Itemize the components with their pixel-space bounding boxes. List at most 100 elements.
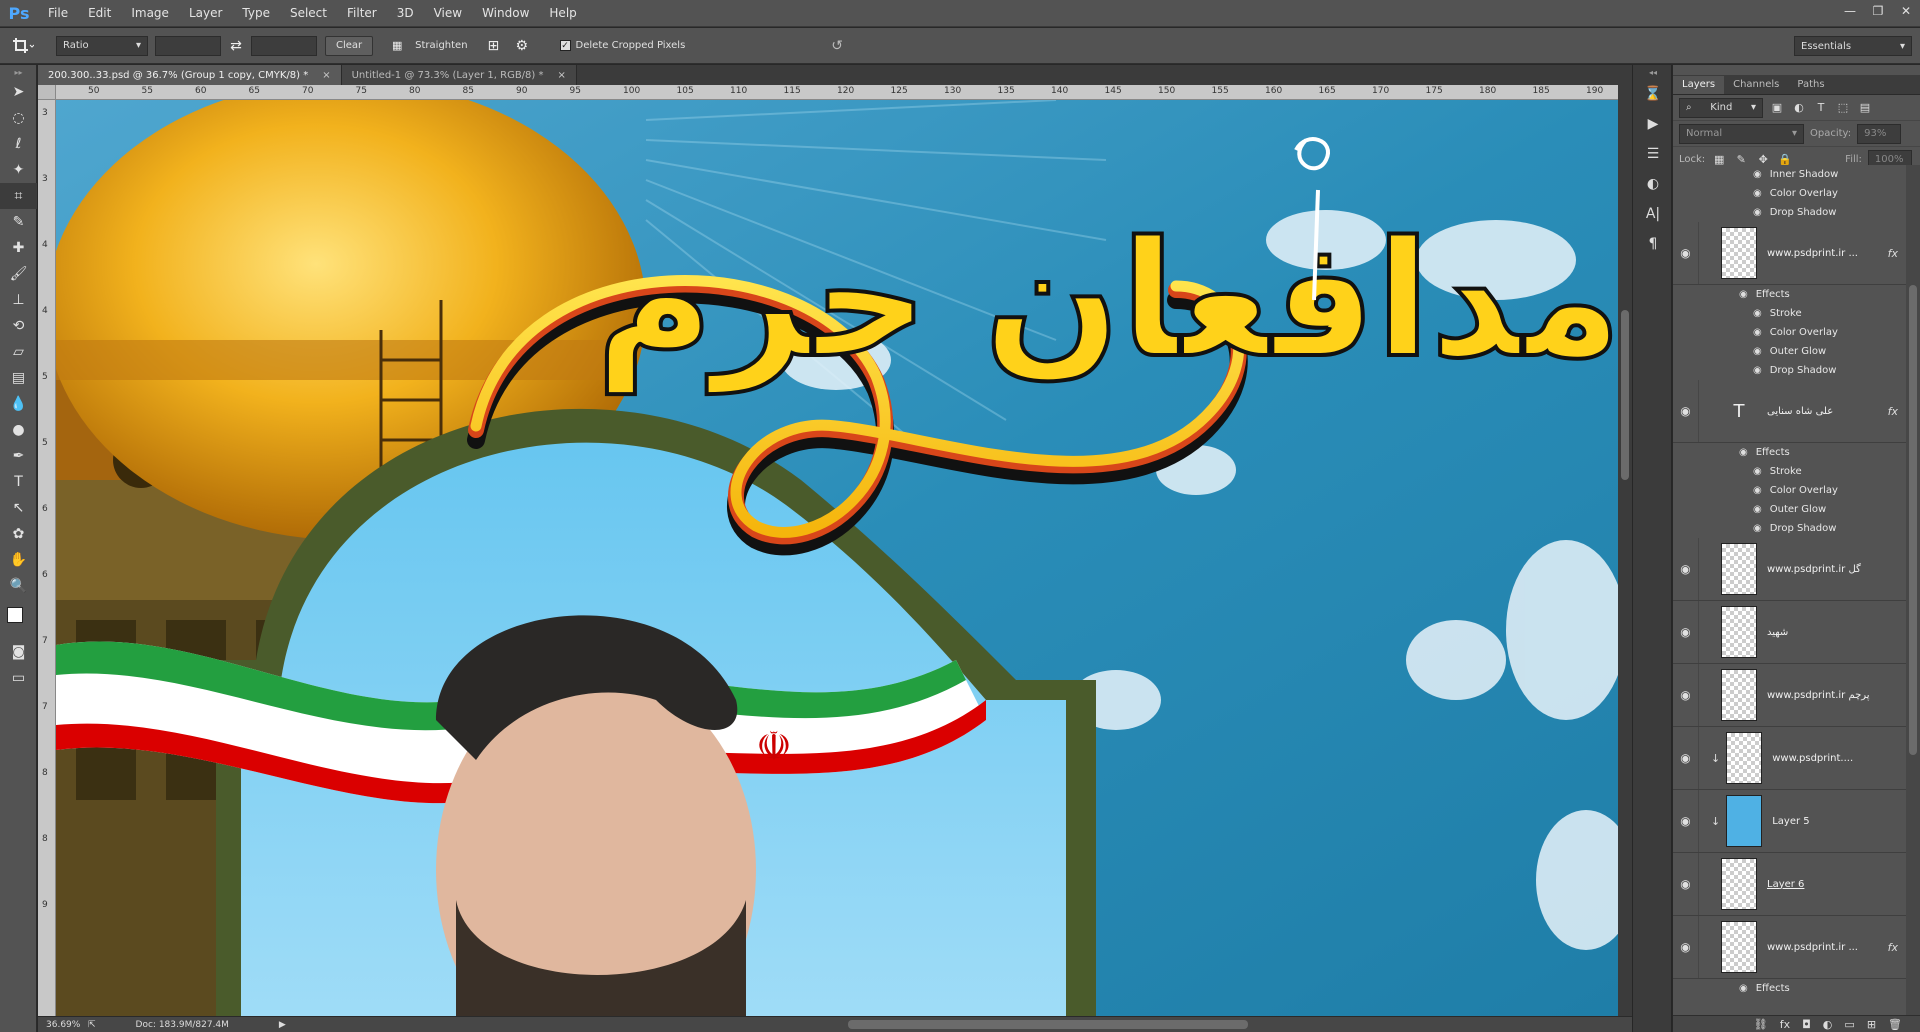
layer-effects-header[interactable]: ◉ Effects bbox=[1673, 979, 1906, 998]
color-swatches[interactable] bbox=[0, 599, 37, 639]
delete-cropped-checkbox[interactable]: ✓ Delete Cropped Pixels bbox=[559, 40, 685, 51]
fx-icon[interactable]: fx bbox=[1888, 941, 1898, 954]
menu-3d[interactable]: 3D bbox=[387, 0, 424, 27]
fx-icon[interactable]: fx bbox=[1888, 405, 1898, 418]
close-icon[interactable]: × bbox=[322, 70, 330, 81]
layers-scrollbar[interactable] bbox=[1906, 165, 1920, 1015]
blend-mode-select[interactable]: Normal ▾ bbox=[1679, 123, 1804, 144]
eye-icon[interactable]: ◉ bbox=[1673, 601, 1699, 663]
scroll-thumb[interactable] bbox=[1621, 310, 1629, 480]
actions-panel-icon[interactable]: ▶ bbox=[1633, 109, 1673, 139]
layer-effect[interactable]: ◉ Color Overlay bbox=[1673, 481, 1906, 500]
ratio-width-field[interactable] bbox=[155, 35, 221, 56]
scroll-thumb[interactable] bbox=[848, 1020, 1248, 1029]
filter-pixel-icon[interactable]: ▣ bbox=[1769, 100, 1785, 116]
tab-paths[interactable]: Paths bbox=[1788, 76, 1833, 94]
overlay-grid-icon[interactable]: ⊞ bbox=[488, 38, 508, 54]
clone-stamp-tool-icon[interactable]: ⊥ bbox=[0, 287, 37, 313]
dock-grip-icon[interactable]: ◂◂ bbox=[1633, 65, 1673, 79]
eye-icon[interactable]: ◉ bbox=[1753, 365, 1762, 376]
history-brush-tool-icon[interactable]: ⟲ bbox=[0, 313, 37, 339]
eye-icon[interactable]: ◉ bbox=[1673, 664, 1699, 726]
filter-smart-object-icon[interactable]: ▤ bbox=[1857, 100, 1873, 116]
brush-tool-icon[interactable]: 🖌 bbox=[0, 261, 37, 287]
eye-icon[interactable]: ◉ bbox=[1753, 169, 1762, 180]
layer-name[interactable]: Layer 6 bbox=[1767, 879, 1804, 890]
zoom-level[interactable]: 36.69% bbox=[46, 1020, 80, 1030]
menu-view[interactable]: View bbox=[424, 0, 472, 27]
adjustments-panel-icon[interactable]: ◐ bbox=[1633, 169, 1673, 199]
toolbox-grip-icon[interactable]: ▸▸ bbox=[0, 65, 37, 79]
eye-icon[interactable]: ◉ bbox=[1739, 447, 1748, 458]
pen-tool-icon[interactable]: ✒ bbox=[0, 443, 37, 469]
character-panel-icon[interactable]: A| bbox=[1633, 199, 1673, 229]
swap-icon[interactable]: ⇄ bbox=[221, 38, 251, 54]
paragraph-panel-icon[interactable]: ¶ bbox=[1633, 229, 1673, 259]
layer-name[interactable]: Layer 5 bbox=[1772, 816, 1809, 827]
menu-file[interactable]: File bbox=[38, 0, 78, 27]
crop-tool-icon[interactable]: ⌗ bbox=[0, 183, 37, 209]
layer-effect[interactable]: ◉ Stroke bbox=[1673, 304, 1906, 323]
filter-adjustment-icon[interactable]: ◐ bbox=[1791, 100, 1807, 116]
restore-button[interactable]: ❐ bbox=[1864, 0, 1892, 22]
eye-icon[interactable]: ◉ bbox=[1673, 222, 1699, 284]
ratio-select[interactable]: Ratio ▾ bbox=[56, 35, 148, 56]
status-menu-arrow-icon[interactable]: ▶ bbox=[279, 1020, 286, 1030]
new-layer-icon[interactable]: ⊞ bbox=[1867, 1018, 1876, 1031]
eye-icon[interactable]: ◉ bbox=[1753, 188, 1762, 199]
fx-icon[interactable]: fx bbox=[1888, 247, 1898, 260]
trash-icon[interactable]: 🗑 bbox=[1888, 1018, 1902, 1031]
eye-icon[interactable]: ◉ bbox=[1673, 380, 1699, 442]
eye-icon[interactable]: ◉ bbox=[1673, 727, 1699, 789]
canvas-horizontal-scrollbar[interactable] bbox=[348, 1020, 1628, 1030]
eye-icon[interactable]: ◉ bbox=[1739, 983, 1748, 994]
straighten-label[interactable]: Straighten bbox=[415, 40, 467, 51]
layer-effects-header[interactable]: ◉ Effects bbox=[1673, 285, 1906, 304]
eye-icon[interactable]: ◉ bbox=[1739, 289, 1748, 300]
new-adjustment-icon[interactable]: ◐ bbox=[1823, 1018, 1833, 1031]
blur-tool-icon[interactable]: 💧 bbox=[0, 391, 37, 417]
filter-shape-icon[interactable]: ⬚ bbox=[1835, 100, 1851, 116]
layer-effect[interactable]: ◉ Outer Glow bbox=[1673, 500, 1906, 519]
straighten-icon[interactable]: ▦ bbox=[385, 39, 409, 52]
link-layers-icon[interactable]: ⛓ bbox=[1754, 1018, 1768, 1031]
canvas[interactable]: ☫ مدافعان حرم bbox=[56, 100, 1618, 1016]
clear-button[interactable]: Clear bbox=[325, 35, 374, 56]
layer-effect[interactable]: ◉ Color Overlay bbox=[1673, 184, 1906, 203]
layer-name[interactable]: www.psdprint.... bbox=[1772, 753, 1853, 764]
layer-row[interactable]: ◉ ↓ www.psdprint.... bbox=[1673, 727, 1906, 790]
eye-icon[interactable]: ◉ bbox=[1753, 485, 1762, 496]
lasso-tool-icon[interactable]: ℓ bbox=[0, 131, 37, 157]
canvas-vertical-scrollbar[interactable] bbox=[1618, 85, 1632, 1016]
zoom-tool-icon[interactable]: 🔍 bbox=[0, 573, 37, 599]
tab-layers[interactable]: Layers bbox=[1673, 76, 1725, 94]
eye-icon[interactable]: ◉ bbox=[1753, 346, 1762, 357]
layer-name[interactable]: www.psdprint.ir پرچم bbox=[1767, 690, 1870, 701]
add-style-icon[interactable]: fx bbox=[1780, 1018, 1790, 1031]
marquee-tool-icon[interactable]: ◌ bbox=[0, 105, 37, 131]
eye-icon[interactable]: ◉ bbox=[1753, 504, 1762, 515]
layer-row[interactable]: ◉ www.psdprint.ir گل bbox=[1673, 538, 1906, 601]
magic-wand-tool-icon[interactable]: ✦ bbox=[0, 157, 37, 183]
eye-icon[interactable]: ◉ bbox=[1673, 916, 1699, 978]
reset-icon[interactable]: ↺ bbox=[831, 38, 843, 54]
eye-icon[interactable]: ◉ bbox=[1753, 327, 1762, 338]
hand-tool-icon[interactable]: ✋ bbox=[0, 547, 37, 573]
layer-row[interactable]: ◉ www.psdprint.ir پرچم bbox=[1673, 664, 1906, 727]
ratio-height-field[interactable] bbox=[251, 35, 317, 56]
minimize-button[interactable]: — bbox=[1836, 0, 1864, 22]
menu-layer[interactable]: Layer bbox=[179, 0, 232, 27]
layer-name[interactable]: www.psdprint.ir ... bbox=[1767, 248, 1858, 259]
move-tool-icon[interactable]: ➤ bbox=[0, 79, 37, 105]
layer-effect[interactable]: ◉ Color Overlay bbox=[1673, 323, 1906, 342]
tab-document-1[interactable]: 200.300..33.psd @ 36.7% (Group 1 copy, C… bbox=[38, 65, 342, 85]
layer-row[interactable]: ◉ www.psdprint.ir ... fx bbox=[1673, 916, 1906, 979]
gear-icon[interactable]: ⚙ bbox=[516, 38, 536, 54]
tab-document-2[interactable]: Untitled-1 @ 73.3% (Layer 1, RGB/8) * × bbox=[341, 65, 577, 85]
layer-effect[interactable]: ◉ Drop Shadow bbox=[1673, 519, 1906, 538]
menu-edit[interactable]: Edit bbox=[78, 0, 121, 27]
path-selection-tool-icon[interactable]: ↖ bbox=[0, 495, 37, 521]
shape-tool-icon[interactable]: ✿ bbox=[0, 521, 37, 547]
dodge-tool-icon[interactable]: ● bbox=[0, 417, 37, 443]
layer-row[interactable]: ◉ ↓ Layer 5 bbox=[1673, 790, 1906, 853]
